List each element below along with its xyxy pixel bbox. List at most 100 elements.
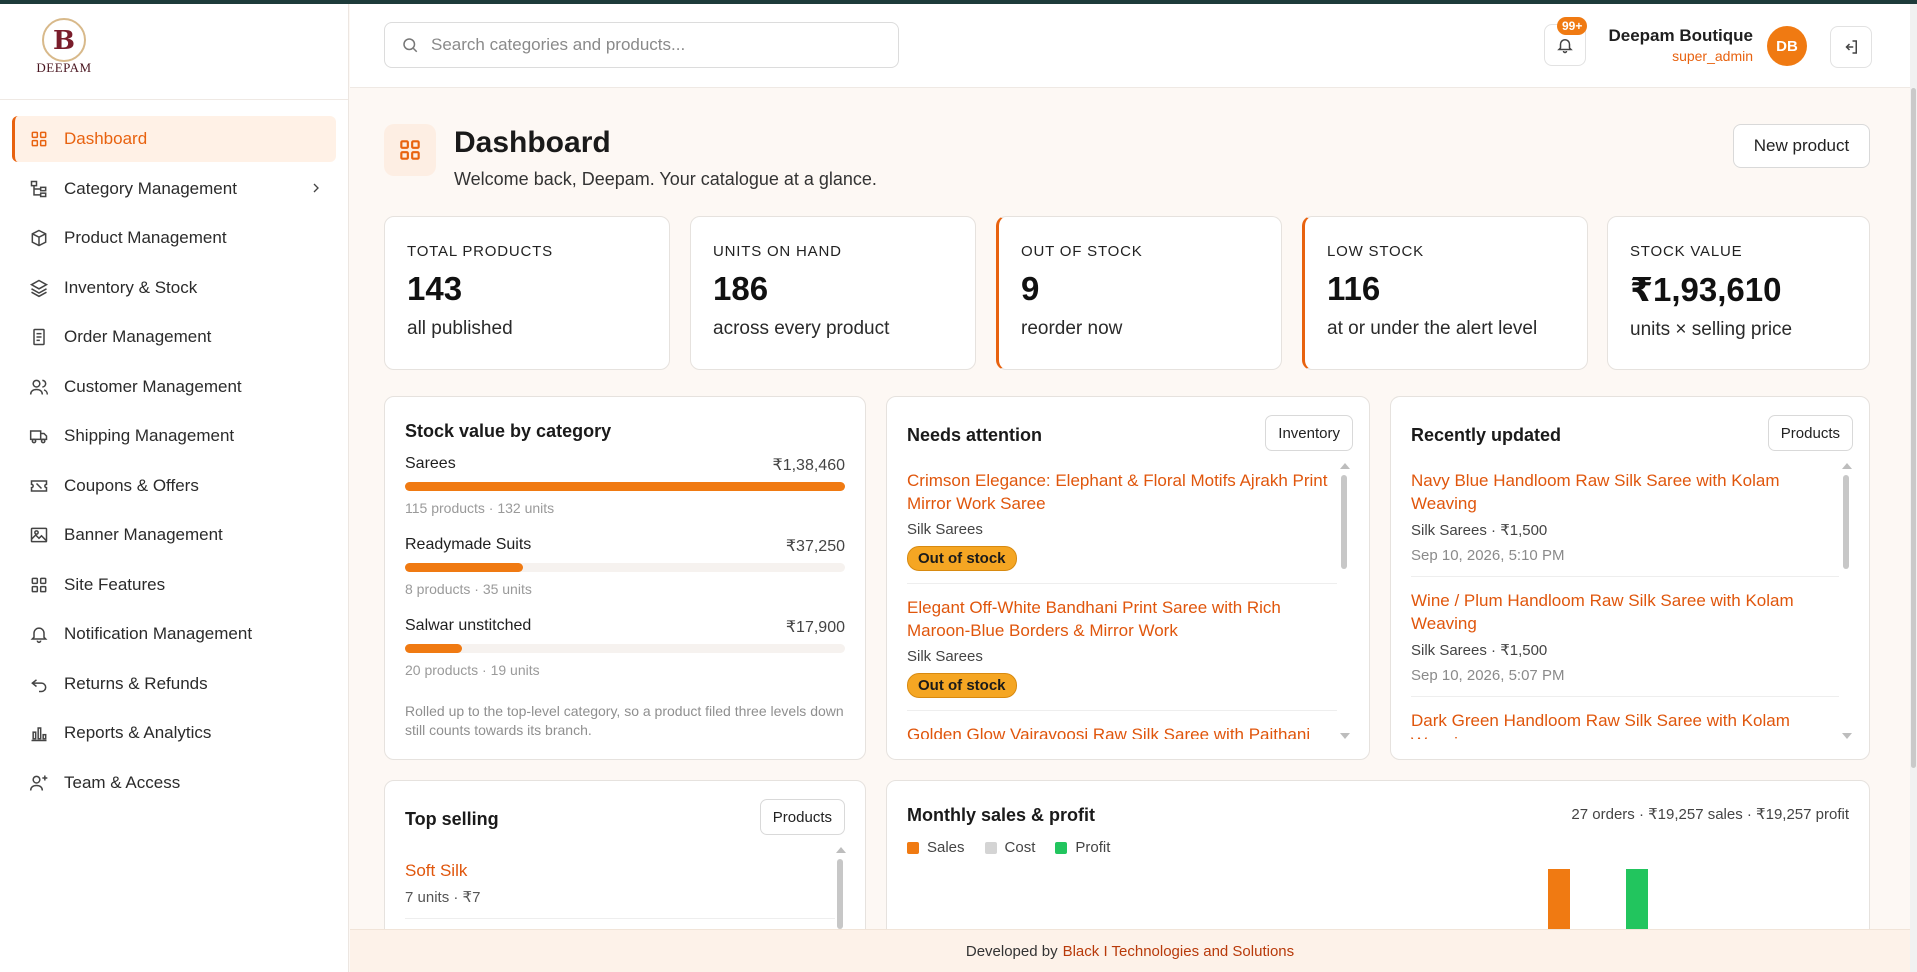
- sidebar-item-product-management[interactable]: Product Management: [12, 215, 336, 261]
- stat-value: 186: [713, 270, 769, 307]
- recent-item[interactable]: Dark Green Handloom Raw Silk Saree with …: [1411, 709, 1839, 739]
- top-selling-list: Soft Silk 7 units · ₹7: [405, 859, 835, 931]
- bell-icon: [1557, 39, 1573, 54]
- product-link[interactable]: Navy Blue Handloom Raw Silk Saree with K…: [1411, 469, 1839, 515]
- sidebar-item-label: Customer Management: [64, 376, 242, 396]
- product-link[interactable]: Soft Silk: [405, 859, 835, 882]
- search-box[interactable]: [384, 22, 899, 68]
- category-value: ₹1,38,460: [772, 457, 845, 474]
- category-row: Readymade Suits ₹37,250 8 products · 35 un…: [405, 536, 845, 597]
- product-link[interactable]: Golden Glow Vairavoosi Raw Silk Saree wi…: [907, 723, 1337, 739]
- scroll-down-icon[interactable]: [1842, 733, 1852, 739]
- category-name: Readymade Suits: [405, 536, 532, 553]
- product-link[interactable]: Elegant Off-White Bandhani Print Saree w…: [907, 596, 1337, 642]
- stock-value-panel: Stock value by category Sarees ₹1,38,460 1…: [384, 396, 866, 760]
- category-meta: 115 products · 132 units: [405, 500, 555, 516]
- sidebar-item-coupons-and-offers[interactable]: Coupons & Offers: [12, 463, 336, 509]
- sidebar-item-site-features[interactable]: Site Features: [12, 562, 336, 608]
- stat-card-total-products: TOTAL PRODUCTS 143 all published: [384, 216, 670, 370]
- attention-item[interactable]: Crimson Elegance: Elephant & Floral Moti…: [907, 469, 1337, 584]
- logo-text: DEEPAM: [36, 60, 92, 75]
- panel-title: Needs attention: [907, 425, 1043, 445]
- category-row: Salwar unstitched ₹17,900 20 products · 19…: [405, 617, 845, 678]
- new-product-button[interactable]: New product: [1733, 124, 1870, 168]
- attention-item[interactable]: Golden Glow Vairavoosi Raw Silk Saree wi…: [907, 723, 1337, 739]
- users-icon: [28, 376, 50, 398]
- image-icon: [28, 524, 50, 546]
- undo-icon: [28, 673, 50, 695]
- category-value: ₹37,250: [785, 538, 845, 555]
- scroll-thumb[interactable]: [837, 859, 843, 929]
- stat-value: 143: [407, 270, 463, 307]
- recent-scrollbar[interactable]: [1842, 463, 1852, 739]
- stat-sub: units × selling price: [1630, 319, 1793, 340]
- layers-icon: [28, 277, 50, 299]
- products-button[interactable]: Products: [1767, 415, 1853, 451]
- attention-scrollbar[interactable]: [1340, 463, 1350, 739]
- stat-sub: across every product: [713, 318, 890, 339]
- sidebar-item-notification-management[interactable]: Notification Management: [12, 611, 336, 657]
- ticket-icon: [28, 475, 50, 497]
- sidebar-item-shipping-management[interactable]: Shipping Management: [12, 413, 336, 459]
- sidebar-item-customer-management[interactable]: Customer Management: [12, 364, 336, 410]
- sidebar-item-team-and-access[interactable]: Team & Access: [12, 760, 336, 806]
- category-bar-track: [405, 563, 845, 572]
- sidebar-item-dashboard[interactable]: Dashboard: [12, 116, 336, 162]
- brand-logo[interactable]: B DEEPAM: [30, 18, 98, 86]
- category-row: Sarees ₹1,38,460 115 products · 132 units: [405, 455, 845, 516]
- footer-brand-link[interactable]: Black I Technologies and Solutions: [1063, 943, 1295, 960]
- stat-card-units-on-hand: UNITS ON HAND 186 across every product: [690, 216, 976, 370]
- updated-date: Sep 10, 2026, 5:10 PM: [1411, 547, 1565, 564]
- attention-item[interactable]: Elegant Off-White Bandhani Print Saree w…: [907, 596, 1337, 711]
- logout-button[interactable]: [1830, 26, 1872, 68]
- needs-attention-panel: Needs attention Inventory Crimson Elegan…: [886, 396, 1370, 760]
- search-input[interactable]: [431, 35, 871, 55]
- search-icon: [403, 38, 418, 53]
- attention-list: Crimson Elegance: Elephant & Floral Moti…: [907, 469, 1337, 739]
- top-selling-scrollbar[interactable]: [836, 847, 846, 937]
- sidebar-item-order-management[interactable]: Order Management: [12, 314, 336, 360]
- recent-item[interactable]: Navy Blue Handloom Raw Silk Saree with K…: [1411, 469, 1839, 577]
- sidebar-item-inventory-and-stock[interactable]: Inventory & Stock: [12, 265, 336, 311]
- stat-sub: at or under the alert level: [1327, 318, 1538, 339]
- panel-title: Stock value by category: [405, 421, 612, 441]
- scroll-thumb[interactable]: [1341, 475, 1347, 569]
- scroll-up-icon[interactable]: [1340, 463, 1350, 469]
- product-meta: Silk Sarees · ₹1,500: [1411, 642, 1548, 659]
- top-selling-item[interactable]: Soft Silk 7 units · ₹7: [405, 859, 835, 919]
- scroll-up-icon[interactable]: [1842, 463, 1852, 469]
- sidebar-item-reports-and-analytics[interactable]: Reports & Analytics: [12, 710, 336, 756]
- scroll-down-icon[interactable]: [1340, 733, 1350, 739]
- stat-sub: all published: [407, 318, 513, 339]
- scroll-up-icon[interactable]: [836, 847, 846, 853]
- updated-date: Sep 10, 2026, 5:07 PM: [1411, 667, 1565, 684]
- product-link[interactable]: Dark Green Handloom Raw Silk Saree with …: [1411, 709, 1839, 739]
- footer: Developed by Black I Technologies and So…: [350, 929, 1910, 972]
- stat-value: ₹1,93,610: [1630, 271, 1782, 308]
- bell-icon: [28, 623, 50, 645]
- product-link[interactable]: Crimson Elegance: Elephant & Floral Moti…: [907, 469, 1337, 515]
- sidebar-item-label: Banner Management: [64, 525, 223, 544]
- sidebar-item-category-management[interactable]: Category Management: [12, 166, 336, 212]
- inventory-button[interactable]: Inventory: [1265, 415, 1353, 451]
- sidebar-item-label: Notification Management: [64, 624, 253, 643]
- page-scroll-thumb[interactable]: [1911, 88, 1916, 768]
- chevron-right-icon[interactable]: [308, 180, 324, 196]
- panel-title: Recently updated: [1411, 425, 1562, 445]
- avatar[interactable]: DB: [1767, 26, 1807, 66]
- sidebar-item-banner-management[interactable]: Banner Management: [12, 512, 336, 558]
- recent-item[interactable]: Wine / Plum Handloom Raw Silk Saree with…: [1411, 589, 1839, 697]
- stat-label: OUT OF STOCK: [1021, 243, 1143, 260]
- sidebar-item-label: Dashboard: [64, 129, 148, 148]
- sidebar-item-label: Team & Access: [64, 772, 181, 792]
- sidebar-item-returns-and-refunds[interactable]: Returns & Refunds: [12, 661, 336, 707]
- product-link[interactable]: Wine / Plum Handloom Raw Silk Saree with…: [1411, 589, 1839, 635]
- page-scrollbar[interactable]: [1910, 4, 1917, 972]
- sidebar-item-label: Returns & Refunds: [64, 673, 208, 693]
- scroll-thumb[interactable]: [1843, 475, 1849, 569]
- sidebar: B DEEPAM Dashboard Category Management Pro…: [0, 4, 349, 972]
- footer-prefix: Developed by: [965, 942, 1058, 960]
- stat-label: TOTAL PRODUCTS: [407, 243, 553, 260]
- sidebar-item-label: Inventory & Stock: [64, 277, 198, 297]
- products-button[interactable]: Products: [759, 799, 845, 835]
